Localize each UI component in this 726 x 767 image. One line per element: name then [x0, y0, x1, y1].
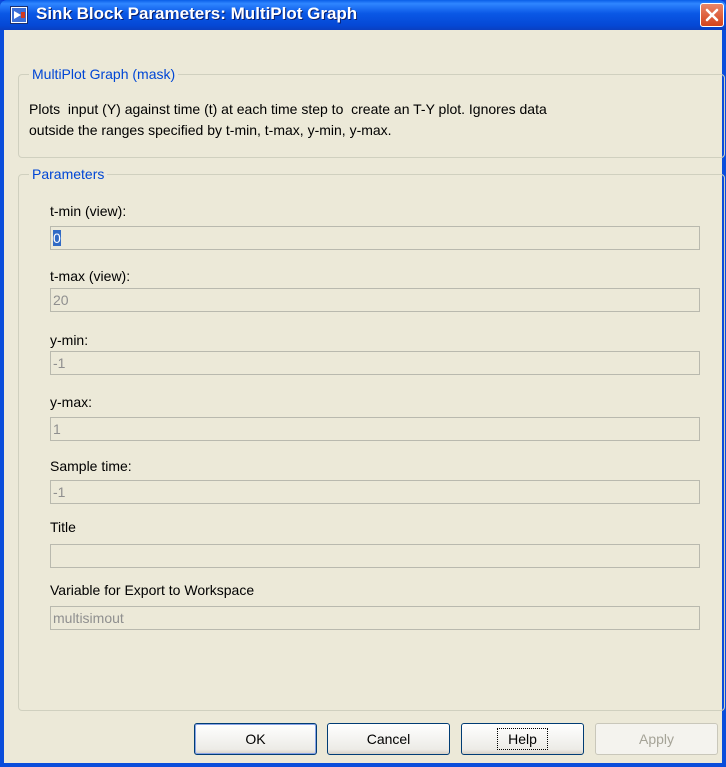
window-title: Sink Block Parameters: MultiPlot Graph [36, 4, 358, 23]
parameters-group: Parameters [18, 165, 725, 711]
ymax-label: y-max: [50, 394, 92, 410]
help-button[interactable]: Help [461, 723, 584, 755]
tmin-value: 0 [53, 230, 61, 246]
dialog-window: Sink Block Parameters: MultiPlot Graph M… [0, 0, 726, 767]
close-icon [705, 8, 719, 22]
close-button[interactable] [700, 3, 724, 27]
mask-description-group: MultiPlot Graph (mask) Plots input (Y) a… [18, 65, 725, 158]
description-line-1: Plots input (Y) against time (t) at each… [29, 101, 547, 117]
tmax-label: t-max (view): [50, 268, 131, 284]
title-bar[interactable]: Sink Block Parameters: MultiPlot Graph [0, 0, 726, 30]
apply-button[interactable]: Apply [595, 723, 718, 755]
ymin-label: y-min: [50, 332, 89, 348]
mask-description: Plots input (Y) against time (t) at each… [29, 99, 719, 141]
tmin-field[interactable]: 0 [50, 226, 700, 250]
mask-group-label: MultiPlot Graph (mask) [29, 65, 179, 83]
export-variable-field[interactable]: multisimout [50, 606, 700, 630]
sample-time-label: Sample time: [50, 458, 132, 474]
title-param-label: Title [50, 519, 76, 535]
simulink-block-icon [10, 6, 28, 24]
description-line-2: outside the ranges specified by t-min, t… [29, 122, 392, 138]
cancel-button[interactable]: Cancel [327, 723, 450, 755]
tmax-field[interactable]: 20 [50, 288, 700, 312]
ok-button[interactable]: OK [194, 723, 317, 755]
export-variable-label: Variable for Export to Workspace [50, 582, 255, 598]
sample-time-field[interactable]: -1 [50, 480, 700, 504]
help-button-label: Help [497, 728, 548, 750]
ymax-field[interactable]: 1 [50, 417, 700, 441]
title-param-field[interactable] [50, 544, 700, 568]
parameters-group-label: Parameters [29, 165, 108, 183]
ymin-field[interactable]: -1 [50, 351, 700, 375]
tmin-label: t-min (view): [50, 203, 127, 219]
